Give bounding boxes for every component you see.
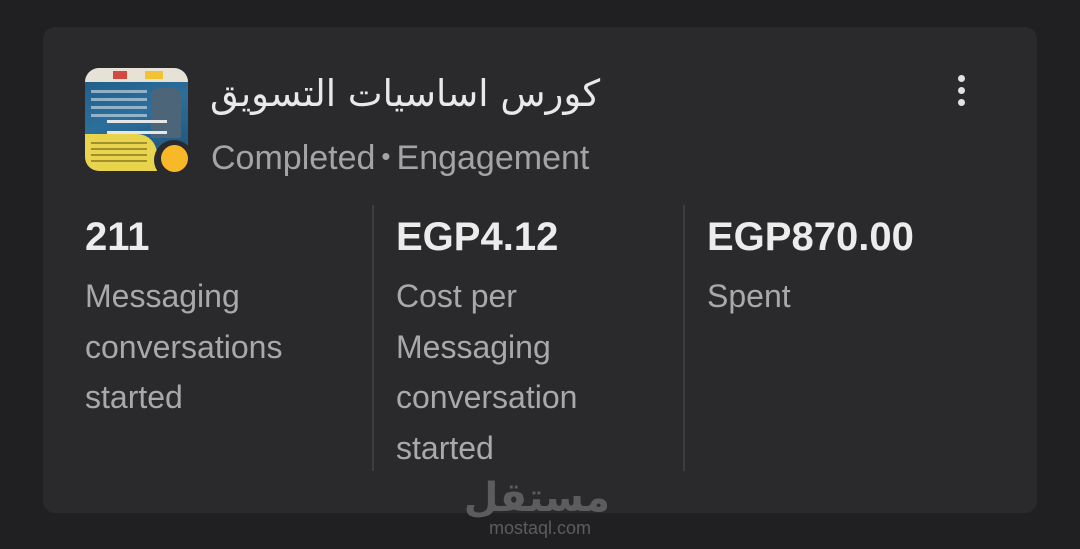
subtitle-separator: •	[381, 140, 391, 171]
watermark-domain: mostaql.com	[488, 518, 592, 538]
campaign-objective: Engagement	[396, 139, 590, 177]
metric-divider	[372, 205, 374, 471]
watermark-logo-text: مستقل	[463, 475, 610, 521]
campaign-title[interactable]: كورس اساسيات التسويق	[210, 72, 600, 115]
campaign-card[interactable]: كورس اساسيات التسويق Completed • Engagemen…	[43, 27, 1037, 513]
metric-value: 211	[85, 215, 150, 259]
watermark: مستقل mostaql.com	[463, 475, 610, 538]
metric-label: Messaging conversations started	[85, 278, 283, 415]
metric-spent[interactable]: EGP870.00 Spent	[707, 205, 995, 471]
metrics-row: 211 Messaging conversations started EGP4…	[43, 205, 1037, 471]
metric-conversations[interactable]: 211 Messaging conversations started	[85, 205, 373, 471]
thumbnail-band	[85, 68, 188, 82]
metric-value: EGP4.12	[396, 215, 559, 259]
status-indicator-dot	[161, 145, 188, 172]
metric-divider	[683, 205, 685, 471]
metric-label: Cost per Messaging conversation started	[396, 278, 578, 466]
metric-label: Spent	[707, 278, 791, 314]
campaign-subtitle: Completed • Engagement	[211, 139, 589, 178]
more-options-icon[interactable]	[953, 75, 969, 115]
campaign-status: Completed	[211, 139, 376, 177]
metric-cost-per-conversation[interactable]: EGP4.12 Cost per Messaging conversation …	[396, 205, 684, 471]
metric-value: EGP870.00	[707, 215, 914, 259]
